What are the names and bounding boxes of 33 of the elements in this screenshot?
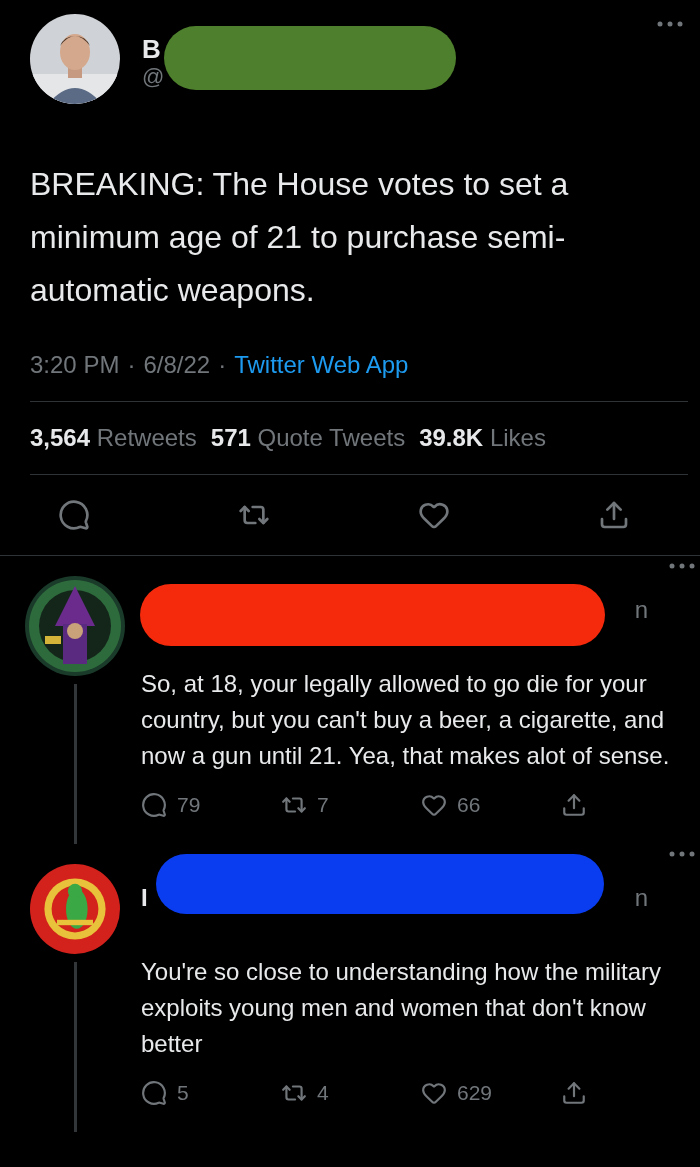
display-name[interactable]: I	[141, 884, 148, 954]
tweet-stat[interactable]: 3,564 Retweets	[30, 424, 197, 452]
share-icon[interactable]	[561, 792, 587, 818]
share-icon[interactable]	[598, 499, 630, 531]
retweet-count[interactable]: 7	[281, 792, 421, 818]
reply-icon[interactable]	[141, 792, 167, 818]
reply-text: You're so close to understanding how the military exploits young men and women that don't know better	[141, 957, 662, 1059]
reply-icon[interactable]	[58, 499, 90, 531]
more-icon[interactable]	[656, 20, 684, 28]
reply-time: n	[634, 884, 648, 913]
source-link[interactable]: Twitter Web App	[234, 351, 409, 379]
retweet-count[interactable]: 4	[281, 1080, 421, 1106]
tweet-stat[interactable]: 571 Quote Tweets	[210, 424, 406, 452]
user-handle: @	[142, 64, 165, 90]
like-icon[interactable]	[421, 1080, 447, 1106]
tweet-text: BREAKING: The House votes to set a minimum age of 21 to purchase semi-automatic weapons.	[30, 165, 570, 310]
separator-dot: ·	[127, 351, 136, 379]
reply-text: So, at 18, your legally allowed to go die for your country, but you can't buy a beer, a cigarette, and now a gun until 21. Yea, that makes alot of sense.	[141, 669, 671, 771]
reply-count[interactable]: 5	[141, 1080, 281, 1106]
tweet-stat[interactable]: 39.8K Likes	[419, 424, 546, 452]
reply-count[interactable]: 79	[141, 792, 281, 818]
like-count[interactable]: 629	[421, 1080, 561, 1106]
like-icon[interactable]	[421, 792, 447, 818]
display-name[interactable]: B	[142, 34, 165, 64]
reply-icon[interactable]	[141, 1080, 167, 1106]
more-icon[interactable]	[668, 562, 696, 570]
more-icon[interactable]	[668, 850, 696, 858]
share-icon[interactable]	[561, 1080, 587, 1106]
separator-dot: ·	[218, 351, 227, 379]
tweet-time: 3:20 PM	[30, 351, 120, 379]
like-count[interactable]: 66	[421, 792, 561, 818]
reply-time: n	[634, 596, 648, 625]
tweet-date: 6/8/22	[143, 351, 211, 379]
